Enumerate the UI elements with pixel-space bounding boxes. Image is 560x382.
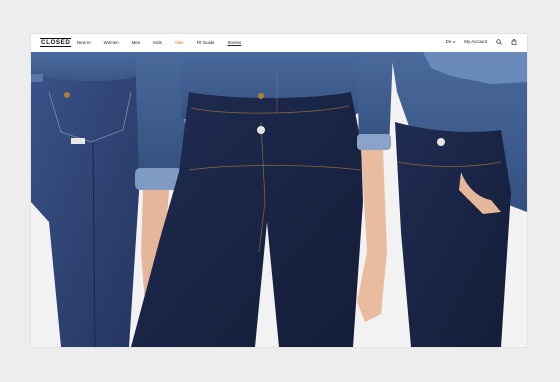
main-menu: New In Women Men Kids Sale Fit Guide Sto… — [77, 40, 254, 46]
nav-item-new-in[interactable]: New In — [77, 40, 91, 46]
account-link[interactable]: My Account — [464, 39, 487, 45]
bag-icon[interactable] — [511, 39, 517, 45]
nav-item-men[interactable]: Men — [132, 40, 141, 46]
chevron-down-icon[interactable] — [452, 39, 456, 45]
nav-item-kids[interactable]: Kids — [153, 40, 162, 46]
nav-item-sale[interactable]: Sale — [175, 40, 184, 46]
nav-item-stories[interactable]: Stories — [227, 40, 241, 46]
search-icon[interactable] — [496, 39, 502, 45]
utility-bar: De My Account — [438, 39, 517, 45]
browser-window: CLOSED New In Women Men Kids Sale Fit Gu… — [31, 34, 527, 347]
nav-item-fit-guide[interactable]: Fit Guide — [197, 40, 215, 46]
hero-image[interactable] — [31, 52, 527, 347]
brand-logo[interactable]: CLOSED — [40, 38, 72, 47]
language-selector[interactable]: De — [446, 39, 452, 45]
hero-photo — [31, 52, 527, 347]
top-navigation: CLOSED New In Women Men Kids Sale Fit Gu… — [31, 34, 527, 52]
nav-item-women[interactable]: Women — [104, 40, 119, 46]
